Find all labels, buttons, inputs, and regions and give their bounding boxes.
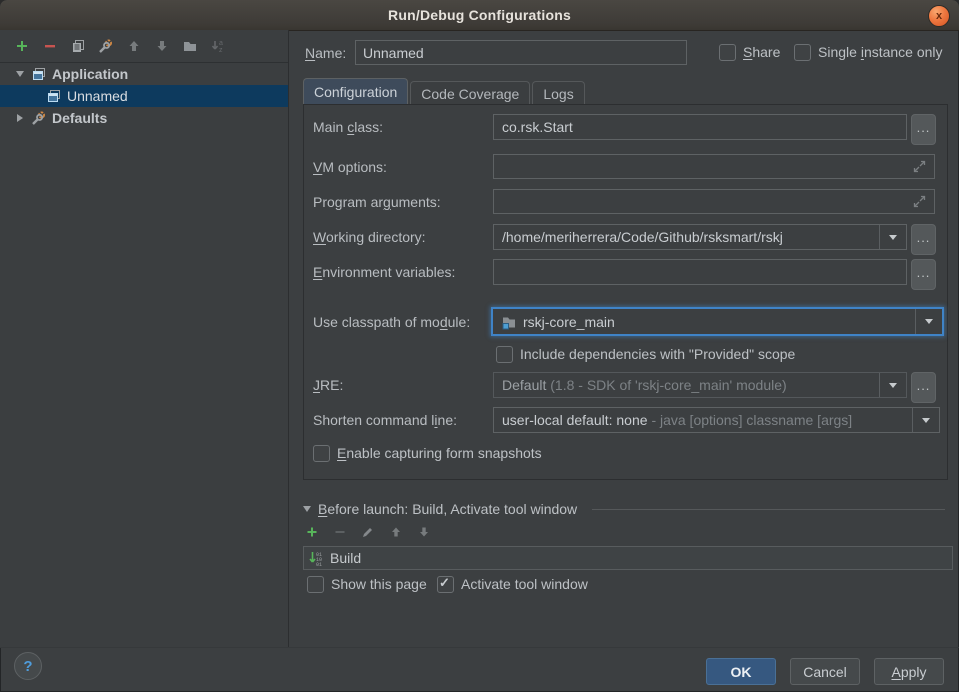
tree-item-label: Unnamed <box>67 88 128 104</box>
tree-group-label: Application <box>52 66 128 82</box>
separator-rule <box>592 509 945 510</box>
use-classpath-label: Use classpath of module: <box>313 314 470 330</box>
name-label: Name: <box>305 45 346 61</box>
shorten-command-line-label: Shorten command line: <box>313 412 457 428</box>
show-this-page-label: Show this page <box>331 576 427 592</box>
single-instance-checkbox[interactable]: Single instance only <box>794 43 943 61</box>
include-provided-label: Include dependencies with "Provided" sco… <box>520 346 795 362</box>
jre-combo[interactable]: Default (1.8 - SDK of 'rskj-core_main' m… <box>493 372 907 398</box>
cancel-button[interactable]: Cancel <box>790 658 860 685</box>
enable-snapshots-checkbox[interactable]: Enable capturing form snapshots <box>313 444 542 462</box>
show-this-page-checkbox[interactable]: Show this page <box>307 575 427 593</box>
svg-text:01: 01 <box>316 562 322 566</box>
defaults-icon <box>31 110 47 126</box>
ok-button[interactable]: OK <box>706 658 776 685</box>
apply-button[interactable]: Apply <box>874 658 944 685</box>
expand-field-icon[interactable] <box>913 195 926 208</box>
application-icon <box>46 88 62 104</box>
show-this-page-checkbox-box[interactable] <box>307 576 324 593</box>
help-button[interactable]: ? <box>14 652 42 680</box>
share-label: Share <box>743 44 780 60</box>
footer-separator <box>0 647 959 648</box>
shorten-command-line-combo[interactable]: user-local default: none - java [options… <box>493 407 940 433</box>
program-arguments-label: Program arguments: <box>313 194 441 210</box>
jre-browse-button[interactable]: ... <box>911 372 936 403</box>
vm-options-label: VM options: <box>313 159 387 175</box>
before-launch-title: Before launch: Build, Activate tool wind… <box>318 501 577 517</box>
tree-toolbar: a z <box>0 30 288 63</box>
single-instance-checkbox-box[interactable] <box>794 44 811 61</box>
module-icon <box>501 314 517 330</box>
add-icon[interactable] <box>14 38 30 54</box>
tab-code-coverage[interactable]: Code Coverage <box>410 81 530 105</box>
environment-variables-label: Environment variables: <box>313 264 455 280</box>
move-down-icon[interactable] <box>416 524 432 540</box>
sort-alphabetically-icon[interactable]: a z <box>210 38 226 54</box>
svg-text:a: a <box>219 40 223 47</box>
collapse-icon[interactable] <box>303 506 311 512</box>
chevron-down-icon[interactable] <box>14 71 26 77</box>
working-directory-label: Working directory: <box>313 229 426 245</box>
build-icon: 01 10 01 <box>309 551 324 566</box>
enable-snapshots-checkbox-box[interactable] <box>313 445 330 462</box>
configurations-tree-panel: a z Application <box>0 30 289 647</box>
window-title: Run/Debug Configurations <box>388 7 571 23</box>
share-checkbox[interactable]: Share <box>719 43 780 61</box>
dropdown-arrow-icon[interactable] <box>879 373 906 397</box>
build-item-label: Build <box>330 550 361 566</box>
working-directory-browse-button[interactable]: ... <box>911 224 936 255</box>
add-icon[interactable] <box>304 524 320 540</box>
activate-tool-window-checkbox-box[interactable] <box>437 576 454 593</box>
main-class-label: Main class: <box>313 119 383 135</box>
help-icon: ? <box>23 658 32 675</box>
tree-item-unnamed[interactable]: Unnamed <box>0 85 288 107</box>
tab-configuration[interactable]: Configuration <box>303 78 408 105</box>
name-input[interactable] <box>355 40 687 65</box>
use-classpath-combo[interactable]: rskj-core_main <box>491 307 944 336</box>
tree-group-defaults[interactable]: Defaults <box>0 107 288 129</box>
remove-icon[interactable] <box>332 524 348 540</box>
move-down-icon[interactable] <box>154 38 170 54</box>
titlebar[interactable]: Run/Debug Configurations x <box>0 0 959 31</box>
main-class-browse-button[interactable]: ... <box>911 114 936 145</box>
before-launch-toolbar <box>304 524 432 540</box>
close-icon: x <box>936 11 942 22</box>
move-up-icon[interactable] <box>126 38 142 54</box>
jre-label: JRE: <box>313 377 343 393</box>
tree-group-application[interactable]: Application <box>0 63 288 85</box>
single-instance-label: Single instance only <box>818 44 943 60</box>
program-arguments-field[interactable] <box>493 189 935 214</box>
expand-field-icon[interactable] <box>913 160 926 173</box>
main-class-field[interactable]: co.rsk.Start <box>493 114 907 140</box>
close-button[interactable]: x <box>928 5 950 27</box>
move-up-icon[interactable] <box>388 524 404 540</box>
vm-options-field[interactable] <box>493 154 935 179</box>
remove-icon[interactable] <box>42 38 58 54</box>
activate-tool-window-label: Activate tool window <box>461 576 588 592</box>
include-provided-checkbox[interactable]: Include dependencies with "Provided" sco… <box>496 345 795 363</box>
before-launch-item-build[interactable]: 01 10 01 Build <box>303 546 953 570</box>
chevron-right-icon[interactable] <box>14 114 26 122</box>
tab-logs[interactable]: Logs <box>532 81 584 105</box>
dropdown-arrow-icon[interactable] <box>912 408 939 432</box>
working-directory-combo[interactable]: /home/meriherrera/Code/Github/rsksmart/r… <box>493 224 907 250</box>
edit-icon[interactable] <box>360 524 376 540</box>
dropdown-arrow-icon[interactable] <box>915 309 942 334</box>
include-provided-checkbox-box[interactable] <box>496 346 513 363</box>
svg-text:z: z <box>219 47 223 54</box>
environment-variables-field[interactable] <box>493 259 907 285</box>
before-launch-header[interactable]: Before launch: Build, Activate tool wind… <box>303 501 945 517</box>
edit-defaults-icon[interactable] <box>98 38 114 54</box>
share-checkbox-box[interactable] <box>719 44 736 61</box>
run-debug-configurations-dialog: Run/Debug Configurations x <box>0 0 959 692</box>
dropdown-arrow-icon[interactable] <box>879 225 906 249</box>
new-folder-icon[interactable] <box>182 38 198 54</box>
tree-group-label: Defaults <box>52 110 107 126</box>
copy-icon[interactable] <box>70 38 86 54</box>
enable-snapshots-label: Enable capturing form snapshots <box>337 445 542 461</box>
environment-variables-browse-button[interactable]: ... <box>911 259 936 290</box>
application-icon <box>31 66 47 82</box>
activate-tool-window-checkbox[interactable]: Activate tool window <box>437 575 588 593</box>
tab-bar: Configuration Code Coverage Logs <box>303 78 585 105</box>
